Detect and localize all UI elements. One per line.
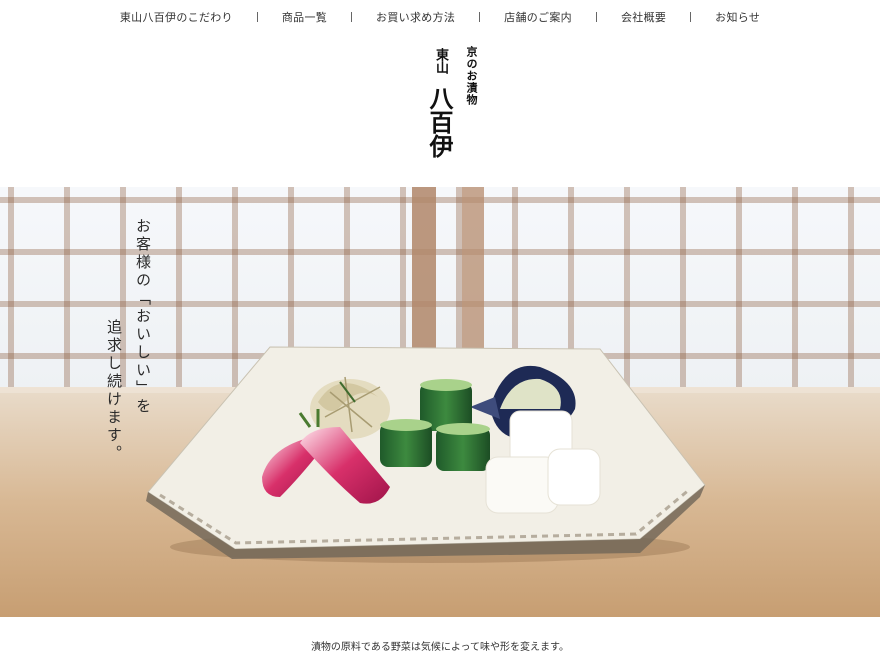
shoji-stile (792, 187, 798, 392)
shoji-stile (624, 187, 630, 392)
logo-line-higashiyama: 東山 (433, 48, 448, 74)
hero-tagline-line-2: 追求し続けます。 (105, 319, 123, 463)
logo-line-kyo-no-otsukemono: 京のお漬物 (465, 46, 478, 106)
intro-text: 漬物の原料である野菜は気候によって味や形を変えます。 (310, 642, 570, 653)
shoji-rail (0, 249, 880, 255)
nav-divider (595, 12, 597, 22)
nav-divider (479, 12, 481, 22)
shoji-rail (0, 301, 880, 307)
nav-divider (256, 12, 258, 22)
nav-item-news[interactable]: お知らせ (715, 9, 760, 25)
nav-divider (690, 12, 692, 22)
hero-tagline-line-1: お客様の「おいしい」を (134, 218, 152, 416)
shoji-stile (680, 187, 686, 392)
shoji-stile (736, 187, 742, 392)
nav-divider (351, 12, 353, 22)
nav-item-stores[interactable]: 店舗のご案内 (504, 9, 572, 25)
nav-item-kodawari[interactable]: 東山八百伊のこだわり (120, 9, 233, 25)
shoji-stile (232, 187, 238, 392)
nav-item-how-to-buy[interactable]: お買い求め方法 (376, 9, 455, 25)
hero-image: お客様の「おいしい」を 追求し続けます。 (0, 187, 880, 617)
shoji-stile (848, 187, 854, 392)
nav-item-products[interactable]: 商品一覧 (282, 9, 327, 25)
shoji-stile (64, 187, 70, 392)
logo-line-yaoi: 八百伊 (425, 86, 454, 158)
shoji-rail (0, 197, 880, 203)
nav-item-company[interactable]: 会社概要 (621, 9, 666, 25)
shoji-stile (8, 187, 14, 392)
hero-photo-illustration (0, 187, 880, 617)
top-navigation: 東山八百伊のこだわり 商品一覧 お買い求め方法 店舗のご案内 会社概要 お知らせ (0, 0, 880, 34)
shoji-stile (176, 187, 182, 392)
site-logo[interactable]: 京のお漬物 東山 八百伊 (425, 44, 481, 166)
